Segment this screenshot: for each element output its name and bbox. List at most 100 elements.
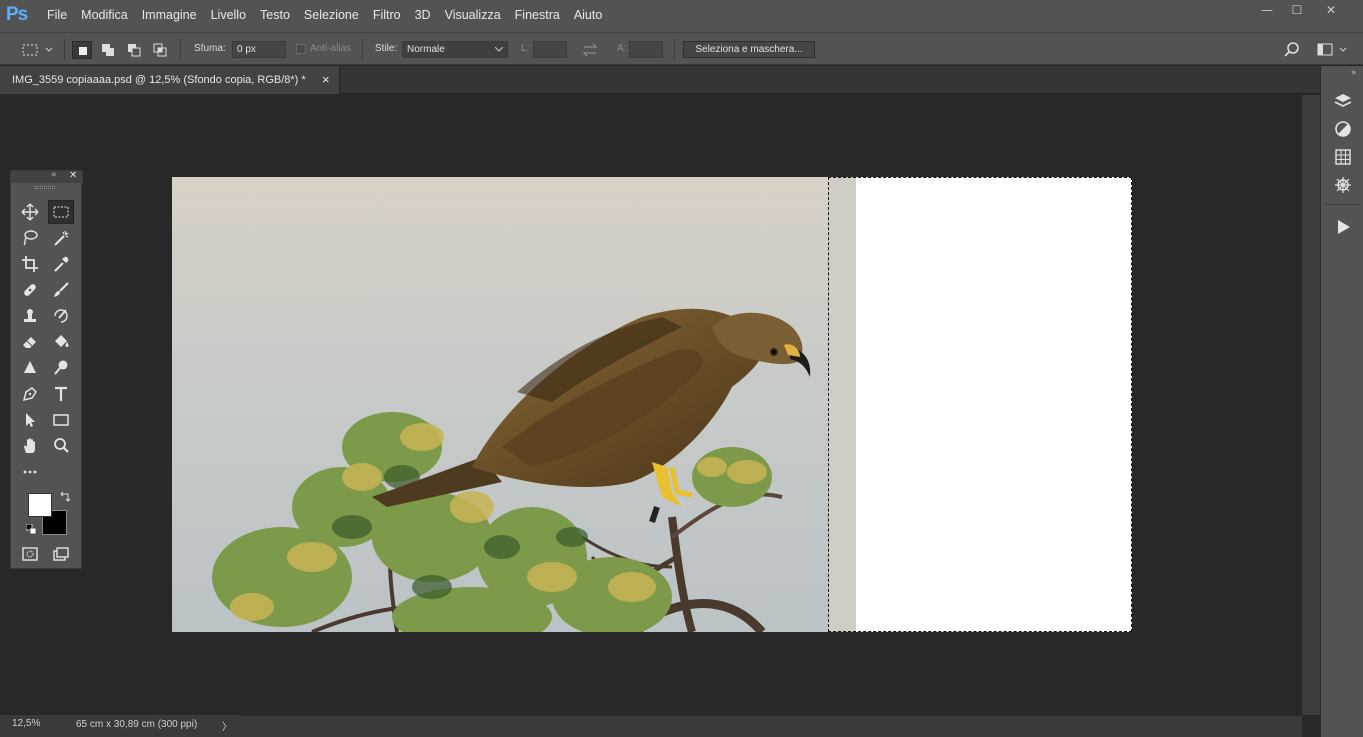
- adjustments-panel-button[interactable]: [1333, 119, 1353, 139]
- tools-panel-header[interactable]: « ✕: [11, 170, 83, 183]
- properties-panel-button[interactable]: [1333, 175, 1353, 195]
- horizontal-scrollbar[interactable]: [240, 716, 1302, 737]
- style-select[interactable]: Normale: [402, 41, 508, 58]
- eyedropper-tool[interactable]: [48, 252, 74, 276]
- close-button[interactable]: ✕: [1316, 0, 1346, 20]
- width-input[interactable]: [533, 41, 567, 58]
- eyedropper-icon: [54, 256, 69, 272]
- dock-divider: [1325, 204, 1360, 205]
- tool-preset-picker[interactable]: [20, 41, 56, 59]
- zoom-tool[interactable]: [48, 434, 74, 458]
- menu-finestra[interactable]: Finestra: [515, 8, 560, 22]
- minimize-button[interactable]: —: [1252, 0, 1282, 20]
- channels-panel-button[interactable]: [1333, 147, 1353, 167]
- actions-panel-button[interactable]: [1333, 217, 1353, 237]
- menu-file[interactable]: File: [47, 8, 67, 22]
- move-icon: [21, 203, 39, 221]
- menu-filtro[interactable]: Filtro: [373, 8, 401, 22]
- pen-tool[interactable]: [17, 382, 43, 406]
- menu-testo[interactable]: Testo: [260, 8, 290, 22]
- menu-3d[interactable]: 3D: [415, 8, 431, 22]
- search-icon: [1284, 42, 1299, 57]
- brush-icon: [54, 282, 69, 297]
- right-panel-dock: »: [1320, 66, 1363, 737]
- menu-aiuto[interactable]: Aiuto: [574, 8, 603, 22]
- add-to-selection-button[interactable]: [98, 41, 118, 59]
- quick-mask-button[interactable]: [17, 542, 43, 566]
- blur-tool[interactable]: [17, 356, 43, 380]
- layers-panel-button[interactable]: [1333, 91, 1353, 111]
- document-info: 65 cm x 30,89 cm (300 ppi): [76, 719, 198, 730]
- screen-mode-button[interactable]: [48, 542, 74, 566]
- close-panel-icon[interactable]: ✕: [69, 170, 77, 181]
- subtract-selection-icon: [128, 44, 141, 57]
- vertical-scrollbar[interactable]: [1302, 95, 1320, 715]
- rectangular-marquee-tool[interactable]: [48, 200, 74, 224]
- intersect-selection-button[interactable]: [150, 41, 170, 59]
- default-colors-icon[interactable]: [25, 523, 37, 535]
- height-input[interactable]: [629, 41, 663, 58]
- history-brush-tool[interactable]: [48, 304, 74, 328]
- search-button[interactable]: [1282, 41, 1302, 59]
- paint-bucket-tool[interactable]: [48, 330, 74, 354]
- photoshop-logo: Ps: [6, 4, 28, 25]
- separator: [64, 39, 65, 61]
- document-tab-close[interactable]: ×: [322, 72, 330, 87]
- foreground-color-swatch[interactable]: [28, 493, 52, 517]
- status-menu-arrow[interactable]: 〉: [222, 718, 232, 733]
- document-tab-title: IMG_3559 copiaaaa.psd @ 12,5% (Sfondo co…: [12, 74, 306, 86]
- grip-icon[interactable]: [35, 186, 55, 189]
- menu-visualizza[interactable]: Visualizza: [445, 8, 501, 22]
- expand-panels-icon[interactable]: »: [1351, 68, 1357, 78]
- healing-brush-tool[interactable]: [17, 278, 43, 302]
- snowflake-icon: [1335, 177, 1351, 193]
- rectangle-tool[interactable]: [48, 408, 74, 432]
- select-and-mask-button[interactable]: Seleziona e maschera...: [683, 41, 815, 58]
- status-bar: 12,5% 65 cm x 30,89 cm (300 ppi) 〉: [0, 715, 240, 737]
- path-selection-tool[interactable]: [17, 408, 43, 432]
- kite-bird-photo: [172, 177, 856, 632]
- feather-input[interactable]: 0 px: [232, 41, 286, 58]
- dodge-tool[interactable]: [48, 356, 74, 380]
- magic-wand-tool[interactable]: [48, 226, 74, 250]
- move-tool[interactable]: [17, 200, 43, 224]
- intersect-selection-icon: [153, 43, 167, 57]
- workspace-switcher[interactable]: [1316, 41, 1352, 59]
- menu-selezione[interactable]: Selezione: [304, 8, 359, 22]
- new-selection-button[interactable]: [72, 41, 92, 59]
- zoom-level[interactable]: 12,5%: [12, 718, 40, 729]
- collapse-icon[interactable]: «: [51, 170, 57, 180]
- menu-modifica[interactable]: Modifica: [81, 8, 128, 22]
- antialias-checkbox[interactable]: [296, 44, 306, 54]
- document-canvas[interactable]: [172, 177, 1132, 632]
- document-tab[interactable]: IMG_3559 copiaaaa.psd @ 12,5% (Sfondo co…: [0, 66, 340, 94]
- separator: [180, 39, 181, 61]
- play-icon: [1338, 220, 1350, 234]
- lasso-tool[interactable]: [17, 226, 43, 250]
- layers-icon: [1334, 94, 1352, 107]
- antialias-label: Anti-alias: [310, 43, 352, 54]
- maximize-button[interactable]: ☐: [1282, 0, 1312, 20]
- menu-livello[interactable]: Livello: [211, 8, 246, 22]
- clone-stamp-tool[interactable]: [17, 304, 43, 328]
- lasso-icon: [23, 230, 38, 246]
- separator: [674, 39, 675, 61]
- adjustments-icon: [1335, 121, 1351, 137]
- brush-tool[interactable]: [48, 278, 74, 302]
- screen-mode-icon: [53, 547, 69, 561]
- rectangle-icon: [53, 414, 69, 426]
- magic-wand-icon: [54, 230, 69, 246]
- swap-colors-icon[interactable]: [59, 491, 71, 503]
- eraser-tool[interactable]: [17, 330, 43, 354]
- swap-dimensions-button[interactable]: [580, 41, 600, 59]
- main-menu: File Modifica Immagine Livello Testo Sel…: [40, 8, 609, 22]
- subtract-from-selection-button[interactable]: [124, 41, 144, 59]
- edit-toolbar-button[interactable]: [17, 460, 43, 484]
- arrow-cursor-icon: [26, 413, 35, 427]
- crop-tool[interactable]: [17, 252, 43, 276]
- hand-tool[interactable]: [17, 434, 43, 458]
- height-label: A:: [617, 43, 627, 54]
- width-label: L:: [521, 43, 530, 54]
- type-tool[interactable]: [48, 382, 74, 406]
- menu-immagine[interactable]: Immagine: [142, 8, 197, 22]
